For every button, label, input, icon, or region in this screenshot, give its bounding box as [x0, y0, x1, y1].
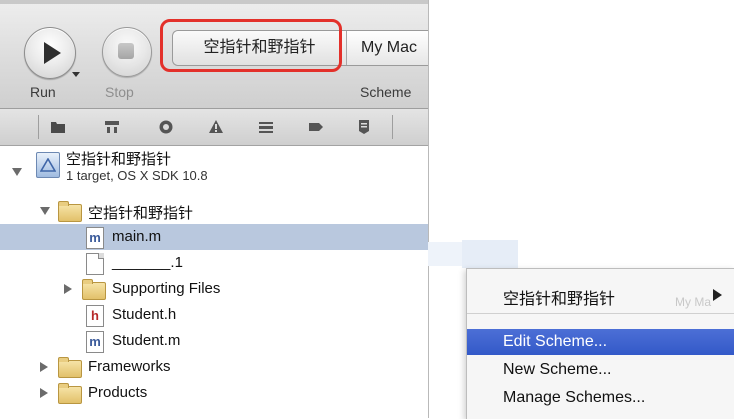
- project-row[interactable]: 空指针和野指针 1 target, OS X SDK 10.8: [0, 146, 428, 198]
- tree-item-label: 空指针和野指针: [88, 205, 194, 222]
- folder-icon: [58, 201, 82, 222]
- menu-item-label: 空指针和野指针: [503, 291, 616, 308]
- highlight-annotation: [160, 19, 342, 72]
- project-subtitle: 1 target, OS X SDK 10.8: [66, 168, 208, 183]
- project-name: 空指针和野指针: [66, 151, 172, 168]
- menu-item-label: Edit Scheme...: [503, 333, 608, 350]
- log-icon[interactable]: [356, 119, 372, 135]
- play-icon: [44, 42, 61, 64]
- objc-source-file-icon: m: [86, 227, 104, 249]
- header-file-icon: h: [86, 305, 104, 327]
- objc-source-file-icon: m: [86, 331, 104, 353]
- tree-item-label: Student.m: [112, 332, 181, 349]
- tree-row-group[interactable]: 空指针和野指针: [0, 198, 428, 224]
- tree-row-supporting-files[interactable]: Supporting Files: [0, 276, 428, 302]
- menu-item-manage-schemes[interactable]: Manage Schemes...: [467, 385, 734, 411]
- menu-separator: [467, 313, 734, 314]
- folder-icon[interactable]: [50, 119, 66, 135]
- toolbar-top-edge: [0, 0, 428, 4]
- menu-item-label: New Scheme...: [503, 361, 612, 378]
- tree-item-label: Supporting Files: [112, 280, 221, 297]
- xcode-window: Run Stop Scheme 空指针和野指针 My Mac 空指针和野指针 1…: [0, 0, 429, 418]
- folder-icon: [82, 279, 106, 300]
- menu-item-new-scheme[interactable]: New Scheme...: [467, 357, 734, 383]
- tree-item-label: Products: [88, 384, 148, 401]
- tree-item-label: _______.1: [112, 254, 183, 271]
- folder-icon: [58, 357, 82, 378]
- search-icon[interactable]: [158, 119, 174, 135]
- disclosure-triangle-icon[interactable]: [12, 168, 22, 176]
- menu-ghost-text: My Ma: [675, 295, 711, 309]
- navigator-selector-bar: [0, 109, 428, 146]
- run-label: Run: [30, 84, 56, 100]
- stop-icon: [118, 43, 134, 59]
- scheme-popup-menu: 空指针和野指针 My Ma Edit Scheme... New Scheme.…: [466, 268, 734, 419]
- tree-row-products[interactable]: Products: [0, 380, 428, 406]
- tree-row-student-m[interactable]: m Student.m: [0, 328, 428, 354]
- disclosure-triangle-icon[interactable]: [64, 284, 72, 294]
- project-navigator: 空指针和野指针 1 target, OS X SDK 10.8 空指针和野指针 …: [0, 146, 428, 418]
- menu-item-scheme[interactable]: 空指针和野指针 My Ma: [467, 281, 734, 309]
- destination-button[interactable]: My Mac: [349, 31, 428, 65]
- toolbar: Run Stop Scheme 空指针和野指针 My Mac: [0, 0, 428, 109]
- tree-item-label: Student.h: [112, 306, 177, 323]
- stop-button[interactable]: [102, 27, 152, 77]
- navbar-divider: [392, 115, 393, 139]
- menu-item-label: Manage Schemes...: [503, 389, 646, 406]
- stop-label: Stop: [105, 84, 134, 100]
- chevron-down-icon[interactable]: [72, 72, 80, 77]
- tree-row-student-h[interactable]: h Student.h: [0, 302, 428, 328]
- run-button[interactable]: [24, 27, 80, 79]
- navbar-divider: [38, 115, 39, 139]
- document-file-icon: [86, 253, 104, 275]
- tree-row-man-page[interactable]: _______.1: [0, 250, 428, 276]
- breakpoint-icon[interactable]: [308, 119, 324, 135]
- test-icon[interactable]: [258, 119, 274, 135]
- background-highlight: [462, 240, 518, 268]
- folder-icon: [58, 383, 82, 404]
- tree-item-label: main.m: [112, 228, 162, 245]
- tree-row-main-m[interactable]: m main.m: [0, 224, 428, 250]
- menu-item-edit-scheme[interactable]: Edit Scheme...: [467, 329, 734, 355]
- disclosure-triangle-icon[interactable]: [40, 362, 48, 372]
- submenu-arrow-icon: [713, 289, 722, 301]
- tree-item-label: Frameworks: [88, 358, 171, 375]
- disclosure-triangle-icon[interactable]: [40, 388, 48, 398]
- disclosure-triangle-icon[interactable]: [40, 207, 50, 215]
- background-highlight: [428, 242, 462, 266]
- xcode-project-icon: [36, 152, 60, 178]
- symbol-icon[interactable]: [104, 119, 120, 135]
- warning-icon[interactable]: [208, 119, 224, 135]
- scheme-label: Scheme: [360, 84, 412, 100]
- tree-row-frameworks[interactable]: Frameworks: [0, 354, 428, 380]
